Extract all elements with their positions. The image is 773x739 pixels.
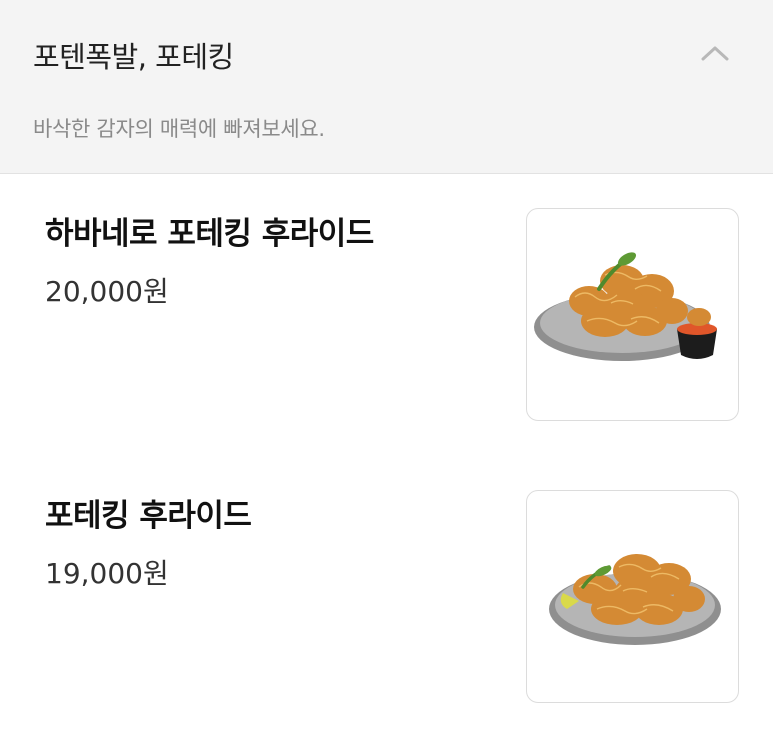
- menu-item-name: 하바네로 포테킹 후라이드: [45, 216, 374, 252]
- menu-item-price: 20,000원: [45, 275, 169, 308]
- chevron-up-icon: [701, 46, 729, 61]
- menu-item-image[interactable]: [526, 208, 739, 421]
- menu-item[interactable]: 포테킹 후라이드 19,000원: [0, 457, 773, 739]
- fried-chicken-image: [549, 554, 721, 645]
- fried-chicken-with-sauce-image: [534, 252, 717, 361]
- menu-item-image[interactable]: [526, 490, 739, 703]
- category-header[interactable]: 포텐폭발, 포테킹 바삭한 감자의 매력에 빠져보세요.: [0, 0, 773, 174]
- category-title: 포텐폭발, 포테킹: [33, 40, 234, 74]
- menu-item-name: 포테킹 후라이드: [45, 498, 252, 534]
- menu-item-price: 19,000원: [45, 557, 169, 590]
- menu-item[interactable]: 하바네로 포테킹 후라이드 20,000원: [0, 175, 773, 458]
- category-description: 바삭한 감자의 매력에 빠져보세요.: [33, 117, 325, 141]
- collapse-button[interactable]: [692, 30, 738, 76]
